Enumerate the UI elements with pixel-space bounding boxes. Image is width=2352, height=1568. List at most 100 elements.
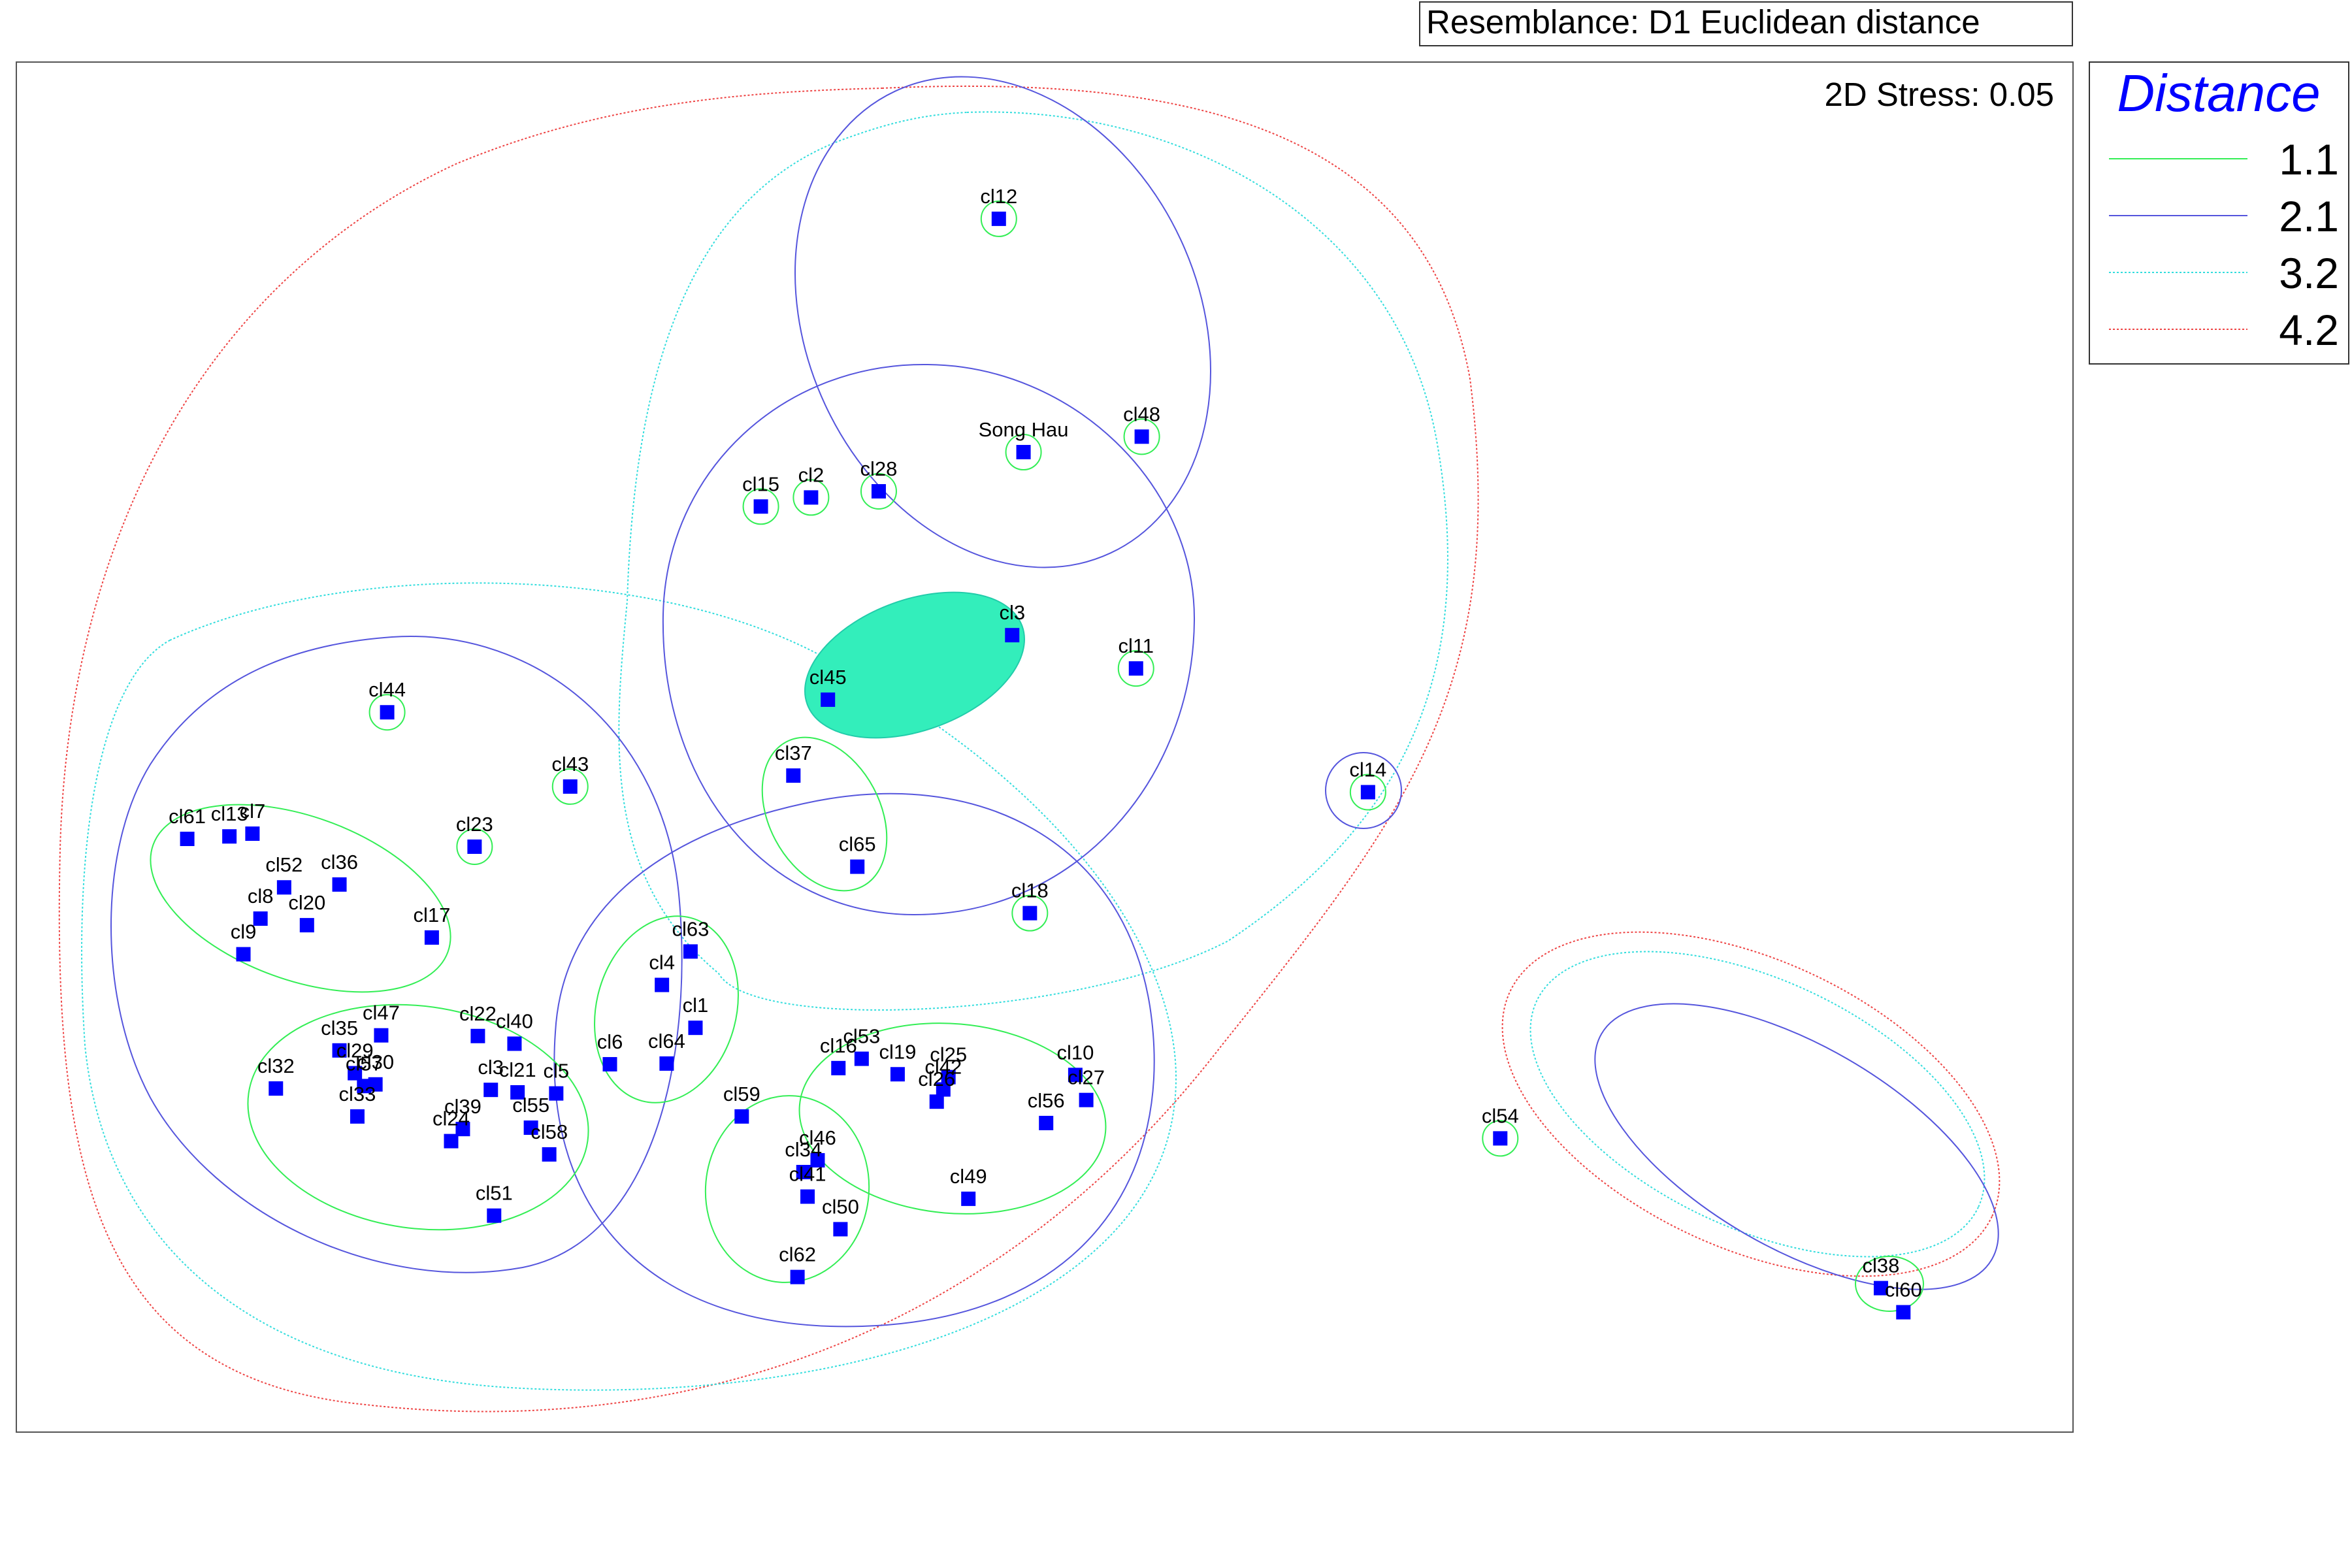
point-label-cl10: cl10 (1056, 1041, 1094, 1064)
contour-4.2-main (58, 85, 1479, 1413)
contour-3.2-top (618, 111, 1448, 1011)
point-cl23 (467, 839, 482, 854)
point-label-cl24: cl24 (433, 1107, 470, 1130)
point-cl12 (991, 211, 1006, 226)
point-label-cl27: cl27 (1068, 1066, 1105, 1089)
point-label-cl5: cl5 (544, 1060, 570, 1083)
point-label-cl41: cl41 (789, 1163, 826, 1186)
point-cl3 (1005, 628, 1020, 643)
point-label-cl19: cl19 (879, 1040, 916, 1063)
point-cl20 (299, 918, 314, 933)
point-cl13 (222, 829, 237, 844)
plot-frame (16, 61, 2074, 1433)
point-cl2 (804, 490, 819, 505)
point-label-cl15: cl15 (742, 472, 779, 495)
point-label-cl38: cl38 (1863, 1254, 1900, 1277)
point-cl4 (655, 977, 670, 992)
point-label-cl55: cl55 (512, 1094, 549, 1117)
point-cl27 (1079, 1092, 1094, 1107)
point-label-cl2: cl2 (798, 463, 825, 486)
point-label-cl62: cl62 (779, 1243, 816, 1266)
point-cl61 (180, 831, 195, 846)
point-label-cl11: cl11 (1118, 634, 1154, 657)
point-label-cl3: cl3 (999, 601, 1025, 624)
point-cl56 (1039, 1115, 1054, 1130)
point-label-cl32: cl32 (257, 1054, 295, 1077)
point-label-cl37: cl37 (775, 742, 812, 764)
point-cl65 (850, 859, 865, 874)
point-cl14 (1360, 785, 1375, 800)
legend-label-2.1: 2.1 (2279, 192, 2339, 240)
point-cl16 (831, 1060, 846, 1075)
point-label-cl18: cl18 (1011, 879, 1049, 902)
point-label-cl4: cl4 (649, 951, 675, 974)
legend: Distance 1.1 2.1 3.2 4.2 (2089, 61, 2349, 365)
cluster-outlines (58, 76, 2001, 1413)
point-label-song-hau: Song Hau (979, 418, 1069, 441)
point-label-cl28: cl28 (860, 457, 898, 480)
point-label-cl61: cl61 (169, 805, 206, 828)
point-cl28 (871, 483, 886, 498)
point-cl26 (929, 1094, 944, 1109)
point-label-cl1: cl1 (683, 994, 709, 1017)
point-cl9 (236, 947, 251, 962)
point-cl15 (753, 499, 768, 514)
chart-title: Resemblance: D1 Euclidean distance (1426, 3, 1980, 41)
point-label-cl51: cl51 (476, 1182, 513, 1205)
point-label-cl58: cl58 (531, 1120, 568, 1143)
point-label-cl44: cl44 (368, 678, 406, 701)
point-label-cl63: cl63 (672, 917, 709, 940)
point-cl11 (1128, 661, 1143, 676)
point-label-cl20: cl20 (288, 891, 325, 914)
point-cl62 (790, 1269, 805, 1284)
point-cl43 (563, 779, 578, 794)
point-label-cl45: cl45 (809, 666, 847, 689)
point-label-cl12: cl12 (980, 185, 1017, 208)
point-label-cl52: cl52 (265, 853, 302, 876)
point-label-cl34: cl34 (785, 1138, 822, 1161)
point-cl1 (688, 1021, 703, 1036)
title-box: Resemblance: D1 Euclidean distance (1419, 1, 2073, 46)
point-cl32 (269, 1081, 284, 1096)
point-label-cl7: cl7 (240, 800, 266, 823)
point-label-cl22: cl22 (459, 1002, 497, 1025)
point-label-cl54: cl54 (1482, 1104, 1519, 1127)
point-cl63 (683, 944, 698, 959)
point-label-cl60: cl60 (1885, 1279, 1922, 1301)
point-label-cl64: cl64 (648, 1030, 685, 1053)
point-cl3 (483, 1083, 498, 1098)
point-cl44 (380, 705, 395, 720)
labels-layer: cl12 cl48 Song Hau cl28 cl2 cl15 cl3 cl11 cl45 cl… (169, 185, 1922, 1301)
point-cl19 (890, 1067, 905, 1082)
point-label-cl49: cl49 (950, 1165, 987, 1188)
point-label-cl23: cl23 (456, 813, 493, 836)
point-label-cl21: cl21 (499, 1058, 536, 1081)
point-cl49 (961, 1191, 976, 1206)
point-cl5 (549, 1086, 564, 1101)
point-label-cl59: cl59 (723, 1083, 760, 1105)
contour-3.2-left (81, 582, 1177, 1391)
point-cl45 (821, 692, 836, 707)
point-cl50 (833, 1222, 848, 1237)
point-cl64 (659, 1056, 674, 1071)
point-label-cl65: cl65 (839, 833, 876, 856)
point-cl47 (374, 1028, 389, 1043)
stress-label: 2D Stress: 0.05 (1825, 76, 2055, 113)
point-song-hau (1016, 445, 1031, 460)
point-cl6 (602, 1056, 617, 1071)
point-cl51 (487, 1208, 502, 1223)
point-cl7 (245, 826, 260, 841)
point-cl17 (424, 930, 439, 945)
point-cl60 (1896, 1305, 1911, 1320)
point-label-cl26: cl26 (918, 1068, 955, 1090)
legend-label-1.1: 1.1 (2279, 135, 2339, 184)
point-label-cl8: cl8 (248, 885, 274, 907)
point-label-cl36: cl36 (321, 851, 358, 874)
point-cl18 (1022, 906, 1037, 921)
point-label-cl43: cl43 (551, 753, 589, 776)
point-cl36 (332, 877, 347, 892)
contour-2.1-top (794, 76, 1211, 568)
point-label-cl9: cl9 (231, 921, 257, 943)
point-cl37 (786, 768, 801, 783)
point-cl33 (350, 1109, 365, 1124)
